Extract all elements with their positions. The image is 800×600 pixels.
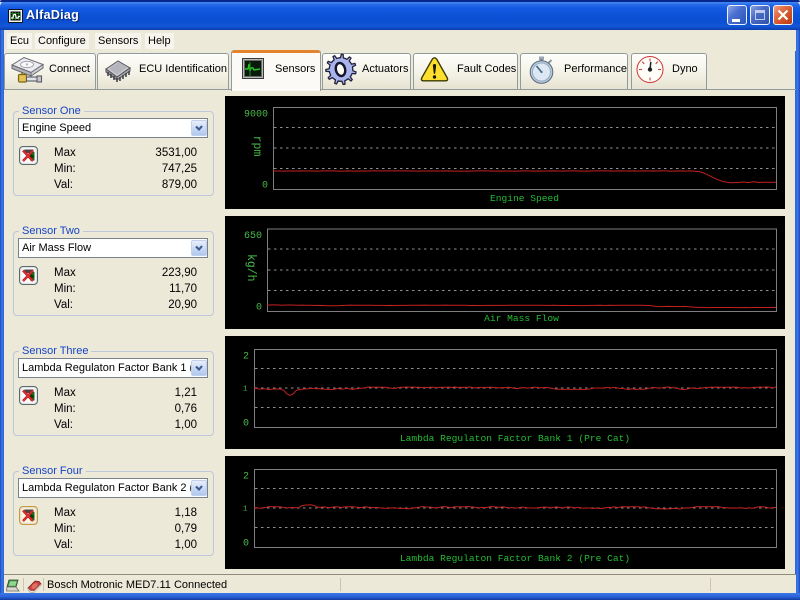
svg-text:0: 0	[262, 181, 268, 192]
svg-text:kg/h: kg/h	[244, 254, 257, 282]
svg-text:0: 0	[256, 303, 262, 314]
svg-text:2: 2	[243, 472, 249, 483]
svg-text:0: 0	[243, 419, 249, 430]
svg-text:Air Mass Flow: Air Mass Flow	[484, 313, 559, 324]
svg-text:Engine Speed: Engine Speed	[490, 193, 559, 204]
svg-text:1: 1	[243, 506, 248, 514]
svg-text:2: 2	[243, 352, 249, 363]
svg-text:Lambda Regulaton Factor Bank 1: Lambda Regulaton Factor Bank 1 (Pre Cat)	[400, 433, 630, 444]
svg-text:Lambda Regulaton Factor Bank 2: Lambda Regulaton Factor Bank 2 (Pre Cat)	[400, 553, 630, 564]
svg-text:9000: 9000	[244, 110, 268, 121]
svg-text:1: 1	[243, 386, 248, 394]
svg-text:0: 0	[243, 539, 249, 550]
svg-text:650: 650	[244, 231, 262, 242]
svg-text:rpm: rpm	[250, 136, 263, 157]
